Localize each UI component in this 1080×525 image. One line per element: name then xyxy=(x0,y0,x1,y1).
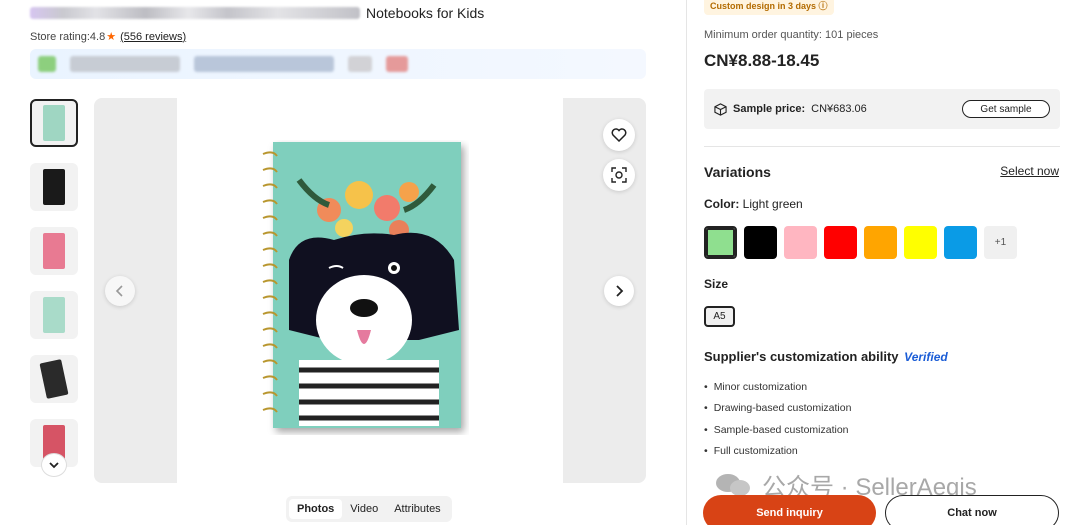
sample-price-label: Sample price: xyxy=(733,103,806,115)
chevron-right-icon xyxy=(616,285,624,297)
more-colors-button[interactable]: +1 xyxy=(984,226,1017,259)
store-rating-value: 4.8 xyxy=(89,30,106,43)
color-swatch-2[interactable] xyxy=(744,226,777,259)
heart-icon xyxy=(611,128,627,142)
thumbnail-1[interactable] xyxy=(30,99,78,147)
color-swatch-3[interactable] xyxy=(784,226,817,259)
purchase-panel: Custom design in 3 days ⓘ Minimum order … xyxy=(686,0,1080,525)
tab-photos[interactable]: Photos xyxy=(289,499,343,519)
thumbnail-image xyxy=(43,233,65,269)
main-product-image xyxy=(94,98,646,483)
store-rating: Store rating: 4.8 ★ (556 reviews) xyxy=(30,30,186,44)
notebook-image xyxy=(262,142,461,428)
thumbnail-image xyxy=(43,297,65,333)
customization-item: Sample-based customization xyxy=(704,419,851,441)
color-key: Color: xyxy=(704,197,740,211)
chat-now-button[interactable]: Chat now xyxy=(885,495,1059,525)
color-swatch-7[interactable] xyxy=(944,226,977,259)
thumbnail-image xyxy=(43,105,65,141)
customization-title: Supplier's customization ability Verifie… xyxy=(704,349,948,364)
store-rating-label: Store rating: xyxy=(30,30,90,43)
get-sample-button[interactable]: Get sample xyxy=(962,100,1050,118)
thumbnail-list xyxy=(30,99,78,483)
send-inquiry-button[interactable]: Send inquiry xyxy=(703,495,876,525)
color-swatch-6[interactable] xyxy=(904,226,937,259)
customization-title-text: Supplier's customization ability xyxy=(704,349,899,364)
color-label: Color: Light green xyxy=(704,197,803,211)
thumbnail-4[interactable] xyxy=(30,291,78,339)
color-swatch-1[interactable] xyxy=(704,226,737,259)
customization-list: Minor customizationDrawing-based customi… xyxy=(704,376,852,463)
next-image-button[interactable] xyxy=(604,276,634,306)
lens-icon xyxy=(611,167,627,183)
thumbnail-3[interactable] xyxy=(30,227,78,275)
customization-item: Drawing-based customization xyxy=(704,398,852,420)
media-tabs: Photos Video Attributes xyxy=(286,496,452,522)
chevron-down-icon[interactable] xyxy=(41,453,67,477)
box-icon xyxy=(714,102,727,116)
color-value: Light green xyxy=(742,197,803,211)
customization-item: Minor customization xyxy=(704,376,851,398)
blurred-promo-text xyxy=(194,56,334,72)
thumbnail-2[interactable] xyxy=(30,163,78,211)
select-now-link[interactable]: Select now xyxy=(1000,164,1059,178)
blurred-title-text xyxy=(30,7,360,19)
favorite-button[interactable] xyxy=(603,119,635,151)
wechat-icon xyxy=(716,473,750,496)
product-title: Notebooks for Kids xyxy=(30,4,484,22)
color-swatch-5[interactable] xyxy=(864,226,897,259)
promo-strip xyxy=(30,49,646,79)
custom-design-badge: Custom design in 3 days ⓘ xyxy=(704,0,834,15)
sample-price-box: Sample price: CN¥683.06 Get sample xyxy=(704,89,1060,129)
variations-title: Variations xyxy=(704,164,771,180)
chevron-left-icon xyxy=(115,285,123,297)
color-swatch-4[interactable] xyxy=(824,226,857,259)
customization-item: Full customization xyxy=(704,441,851,463)
color-swatches: +1 xyxy=(704,226,1024,259)
reviews-link[interactable]: (556 reviews) xyxy=(120,31,186,43)
min-order-quantity: Minimum order quantity: 101 pieces xyxy=(704,29,879,41)
tab-attributes[interactable]: Attributes xyxy=(386,499,448,519)
verified-badge: Verified xyxy=(904,350,948,364)
star-icon: ★ xyxy=(106,31,117,43)
product-title-suffix: Notebooks for Kids xyxy=(366,5,485,21)
price-range: CN¥8.88-18.45 xyxy=(704,51,820,70)
blurred-promo-text xyxy=(348,56,372,72)
thumbnail-5[interactable] xyxy=(30,355,78,403)
thumbnail-image xyxy=(43,169,65,205)
prev-image-button[interactable] xyxy=(105,276,135,306)
blurred-promo-text xyxy=(70,56,180,72)
blurred-promo-badge xyxy=(386,56,408,72)
tab-video[interactable]: Video xyxy=(342,499,386,519)
thumbnail-image xyxy=(39,359,69,399)
size-option-a5[interactable]: A5 xyxy=(704,306,735,327)
size-title: Size xyxy=(704,277,729,291)
promo-logo-icon xyxy=(38,56,56,72)
image-search-button[interactable] xyxy=(603,159,635,191)
sample-price-value: CN¥683.06 xyxy=(811,103,867,115)
divider xyxy=(704,146,1060,147)
